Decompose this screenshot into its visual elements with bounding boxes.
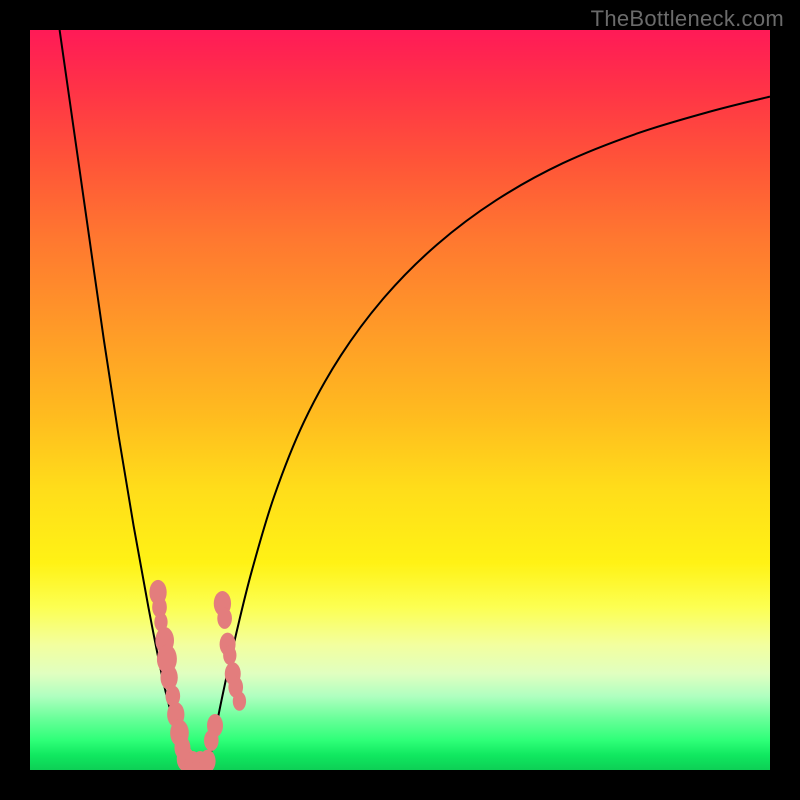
plot-area (30, 30, 770, 770)
right-branch-curve (208, 97, 770, 770)
beads-group (149, 580, 246, 770)
bead-marker (223, 646, 236, 665)
bead-marker (233, 692, 246, 711)
bead-marker (204, 730, 219, 751)
watermark-text: TheBottleneck.com (591, 6, 784, 32)
chart-svg (30, 30, 770, 770)
chart-frame: TheBottleneck.com (0, 0, 800, 800)
bead-marker (217, 608, 232, 629)
